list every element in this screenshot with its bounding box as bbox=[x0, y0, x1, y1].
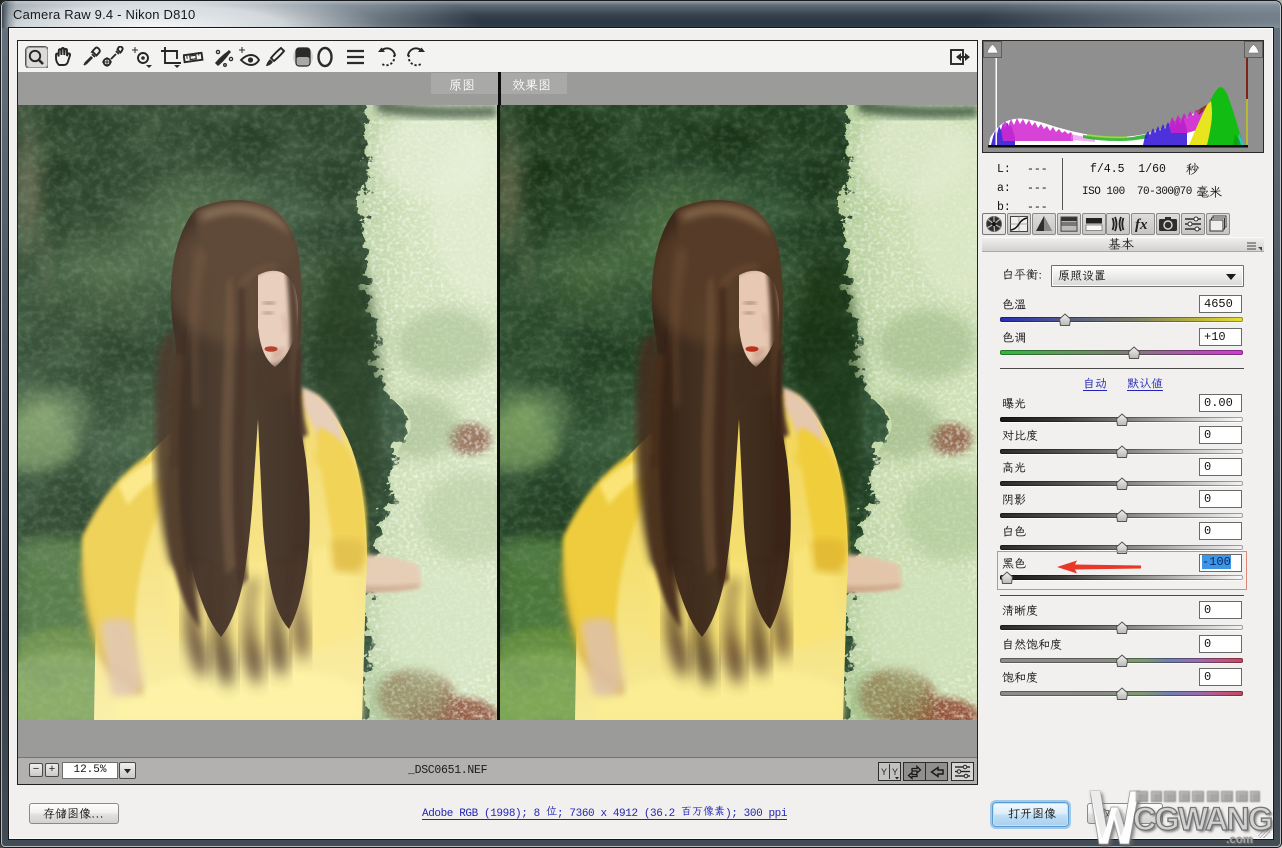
svg-text:fx: fx bbox=[1135, 217, 1148, 233]
svg-text:Y: Y bbox=[892, 767, 898, 777]
svg-text:Y: Y bbox=[881, 767, 887, 777]
